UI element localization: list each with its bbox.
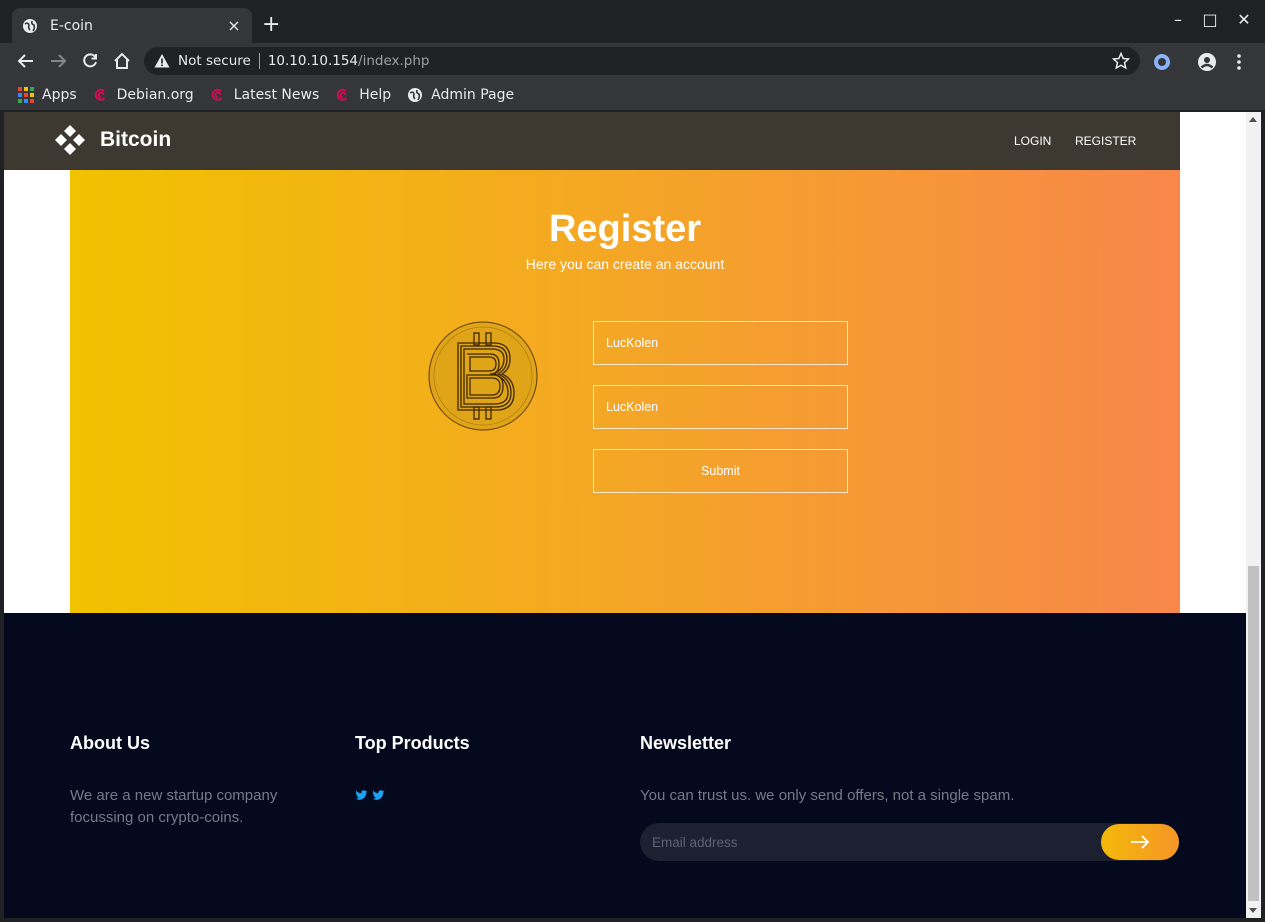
register-subtitle: Here you can create an account: [525, 256, 725, 272]
bookmark-star-icon[interactable]: [1112, 52, 1130, 70]
browser-tab-strip: E-coin × + – □ ✕: [0, 0, 1265, 43]
email-input[interactable]: [652, 823, 1092, 861]
url-host: 10.10.10.154: [267, 53, 359, 69]
apps-grid-icon: [18, 86, 34, 103]
home-button[interactable]: [110, 49, 134, 73]
bookmark-admin-page[interactable]: Admin Page: [407, 87, 514, 103]
tab-title: E-coin: [50, 17, 93, 34]
arrow-right-icon: [1131, 835, 1150, 849]
back-button[interactable]: [14, 49, 38, 73]
diamond-logo-icon: [55, 125, 85, 155]
warning-icon: [154, 54, 170, 68]
about-title: About Us: [70, 733, 150, 753]
bookmark-label: Apps: [42, 86, 77, 103]
scroll-up-icon[interactable]: [1249, 117, 1257, 122]
bookmark-latest-news[interactable]: Latest News: [210, 86, 320, 103]
newsletter-title: Newsletter: [640, 733, 732, 753]
scroll-thumb[interactable]: [1248, 566, 1259, 901]
nav-login-link[interactable]: LOGIN: [1014, 134, 1051, 148]
newsletter-text: You can trust us. we only send offers, n…: [640, 787, 1015, 804]
password-field[interactable]: [593, 385, 848, 429]
bookmark-label: Debian.org: [116, 86, 194, 103]
page-viewport: Bitcoin LOGIN REGISTER Register Here you…: [4, 112, 1246, 918]
username-field[interactable]: [593, 321, 848, 365]
bookmark-help[interactable]: Help: [335, 87, 391, 103]
address-separator: [258, 53, 260, 69]
page-scrollbar[interactable]: [1246, 112, 1261, 918]
close-window-button[interactable]: ✕: [1229, 10, 1259, 29]
submit-button[interactable]: Submit: [593, 449, 848, 493]
bookmarks-bar: Apps Debian.org Latest News Help Admin P…: [0, 79, 1265, 111]
products-title: Top Products: [355, 733, 470, 753]
subscribe-button[interactable]: [1101, 824, 1179, 860]
twitter-icon[interactable]: [372, 789, 385, 802]
newsletter-form: [640, 823, 1179, 861]
menu-dots-icon[interactable]: [1229, 52, 1249, 72]
url-path: /index.php: [358, 53, 430, 69]
browser-tab[interactable]: E-coin ×: [12, 8, 252, 43]
reload-button[interactable]: [78, 49, 102, 73]
tab-close-icon[interactable]: ×: [226, 16, 242, 35]
brand[interactable]: Bitcoin: [54, 124, 171, 156]
site-footer: About Us We are a new startup company fo…: [4, 613, 1246, 918]
scroll-down-icon[interactable]: [1249, 908, 1257, 913]
globe-icon: [408, 87, 423, 102]
bookmark-label: Help: [359, 86, 392, 103]
debian-icon: [337, 88, 348, 101]
home-icon: [114, 52, 130, 69]
bookmark-apps[interactable]: Apps: [18, 86, 77, 103]
minimize-button[interactable]: –: [1163, 10, 1193, 29]
debian-icon: [211, 88, 222, 101]
site-navbar: Bitcoin LOGIN REGISTER: [4, 112, 1180, 170]
bookmark-label: Latest News: [233, 86, 320, 103]
twitter-icon[interactable]: [355, 789, 368, 802]
bookmark-debian[interactable]: Debian.org: [93, 87, 194, 103]
brand-name: Bitcoin: [100, 128, 172, 151]
arrow-left-icon: [17, 54, 33, 68]
security-label[interactable]: Not secure: [178, 53, 251, 69]
reload-icon: [83, 53, 97, 68]
register-section: Register Here you can create an account …: [70, 170, 1180, 613]
profile-icon[interactable]: [1197, 52, 1217, 72]
debian-icon: [94, 88, 105, 101]
extension-icon[interactable]: [1152, 52, 1172, 72]
globe-icon: [23, 18, 37, 33]
bitcoin-coin-icon: [428, 321, 538, 431]
arrow-right-icon: [51, 54, 67, 68]
about-text: We are a new startup company focussing o…: [70, 787, 278, 826]
forward-button[interactable]: [46, 49, 70, 73]
new-tab-button[interactable]: +: [262, 14, 280, 36]
maximize-button[interactable]: □: [1195, 10, 1225, 29]
register-title: Register: [548, 208, 702, 250]
browser-toolbar: Not secure 10.10.10.154/index.php: [0, 43, 1265, 79]
nav-register-link[interactable]: REGISTER: [1075, 134, 1136, 148]
bookmark-label: Admin Page: [431, 86, 515, 103]
address-bar[interactable]: Not secure 10.10.10.154/index.php: [144, 47, 1140, 75]
